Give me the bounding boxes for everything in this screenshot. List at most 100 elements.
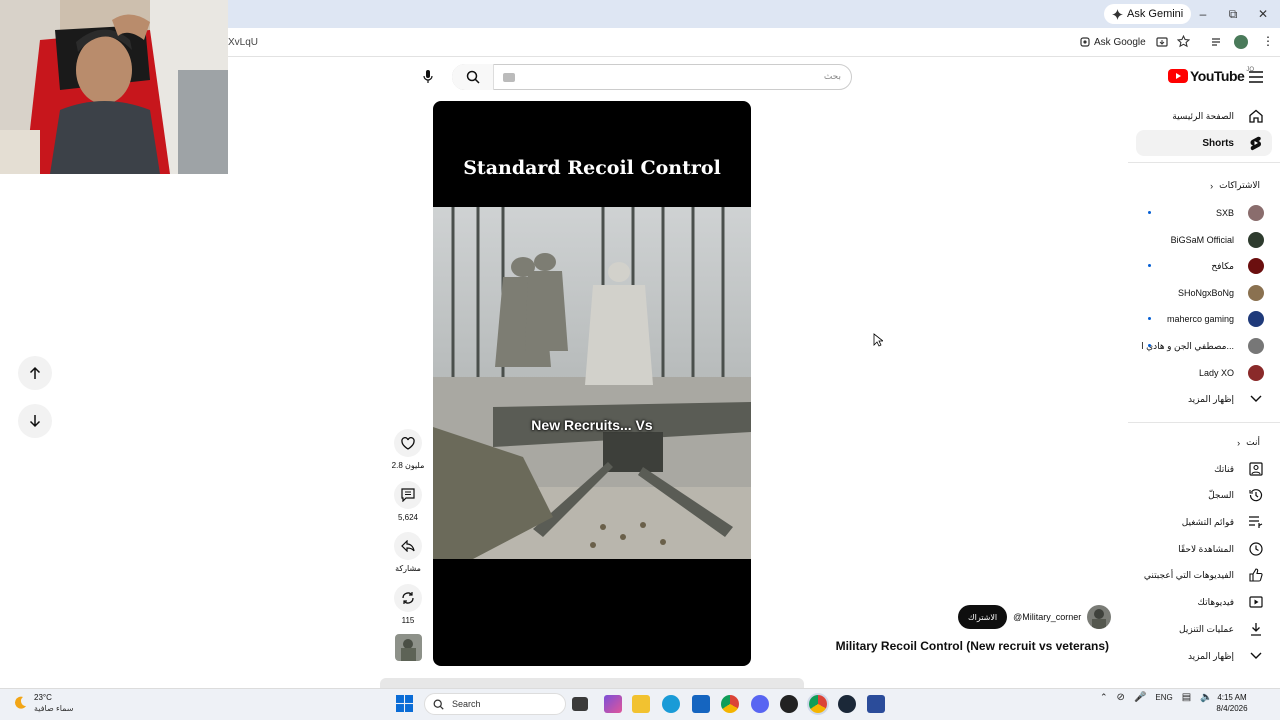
- keyboard-icon[interactable]: [503, 73, 515, 82]
- subscriptions-header[interactable]: › الاشتراكات: [1210, 180, 1260, 191]
- comment-button[interactable]: [394, 481, 422, 509]
- remix-button[interactable]: [394, 584, 422, 612]
- like-button[interactable]: [394, 429, 422, 457]
- steam-icon[interactable]: [838, 695, 856, 713]
- hamburger-menu-icon[interactable]: [1249, 69, 1263, 85]
- url-text[interactable]: XvLqU: [228, 37, 258, 48]
- install-app-icon[interactable]: [1156, 36, 1168, 48]
- ask-gemini-button[interactable]: Ask Gemini: [1104, 4, 1192, 24]
- liked-icon: [1248, 567, 1264, 583]
- share-button[interactable]: [394, 532, 422, 560]
- comment-count: 5,624: [397, 513, 419, 522]
- news-app-icon[interactable]: [604, 695, 622, 713]
- new-content-dot: [1148, 344, 1151, 347]
- subscription-item[interactable]: maherco gaming: [1136, 306, 1272, 332]
- youtube-wordmark: YouTube: [1190, 68, 1245, 84]
- next-short-preview[interactable]: [380, 678, 804, 688]
- sidebar-item-playlists[interactable]: قوائم التشغيل: [1136, 509, 1272, 535]
- channel-avatar: [1248, 285, 1264, 301]
- channel-avatar[interactable]: [1087, 605, 1112, 629]
- remix-action: 115: [393, 584, 423, 625]
- sidebar-item-your-videos[interactable]: فيديوهاتك: [1136, 589, 1272, 615]
- channel-avatar: [1248, 365, 1264, 381]
- subscription-label: SXB: [1215, 208, 1234, 218]
- taskbar-search-label: Search: [452, 699, 481, 709]
- chrome-active-icon[interactable]: [809, 695, 827, 713]
- subscription-item[interactable]: SXB: [1136, 200, 1272, 226]
- sidebar-item-your-channel[interactable]: قناتك: [1136, 456, 1272, 482]
- subscription-item[interactable]: مصطفي الجن و هادي ا...: [1136, 333, 1272, 359]
- sidebar-item-home[interactable]: الصفحة الرئيسية: [1136, 103, 1272, 129]
- like-action: 2.8 مليون: [391, 429, 425, 470]
- channel-avatar: [1248, 338, 1264, 354]
- discord-icon[interactable]: [751, 695, 769, 713]
- display-icon[interactable]: ▤: [1182, 692, 1191, 703]
- subscription-item[interactable]: BiGSaM Official: [1136, 227, 1272, 253]
- file-explorer-icon[interactable]: [632, 695, 650, 713]
- ask-google-button[interactable]: Ask Google: [1080, 34, 1146, 50]
- webcam-image: [0, 0, 228, 174]
- show-more-you[interactable]: إظهار المزيد: [1136, 643, 1272, 669]
- sound-thumbnail-image: [395, 634, 422, 661]
- network-off-icon[interactable]: ⊘: [1117, 692, 1125, 703]
- maximize-button[interactable]: ⧉: [1218, 4, 1248, 24]
- sound-thumbnail[interactable]: [395, 634, 422, 661]
- previous-short-button[interactable]: [18, 356, 52, 390]
- browser-menu-icon[interactable]: ⋮: [1262, 35, 1274, 47]
- search-button[interactable]: [452, 64, 494, 90]
- short-video-player[interactable]: Standard Recoil Control New Recruits... …: [433, 101, 751, 666]
- taskbar-clock[interactable]: 4:15 AM 8/4/2026: [1206, 692, 1258, 714]
- store-icon[interactable]: [692, 695, 710, 713]
- minimize-button[interactable]: –: [1188, 4, 1218, 24]
- channel-avatar: [1248, 258, 1264, 274]
- subscription-label: maherco gaming: [1166, 314, 1234, 324]
- subscriptions-header-label: الاشتراكات: [1219, 180, 1260, 190]
- youtube-logo[interactable]: YouTube JO: [1168, 67, 1254, 84]
- channel-name[interactable]: @Military_corner: [1013, 612, 1081, 622]
- weather-widget[interactable]: 23°C سماء صافية: [12, 692, 74, 714]
- you-header[interactable]: › أنت: [1237, 437, 1260, 448]
- microphone-tray-icon[interactable]: 🎤: [1134, 692, 1146, 703]
- reading-list-icon[interactable]: [1211, 36, 1223, 48]
- task-view-icon[interactable]: [572, 697, 588, 711]
- subscription-label: SHoNgxBoNg: [1177, 288, 1234, 298]
- next-short-button[interactable]: [18, 404, 52, 438]
- sidebar-item-label: قناتك: [1214, 463, 1234, 474]
- sidebar-item-watch-later[interactable]: المشاهدة لاحقًا: [1136, 536, 1272, 562]
- mouse-cursor-icon: [873, 333, 883, 347]
- chevron-up-icon[interactable]: ⌃: [1100, 692, 1108, 703]
- remix-icon: [402, 592, 414, 604]
- sidebar-item-label: السجلّ: [1208, 489, 1234, 500]
- shorts-icon: [1248, 135, 1264, 151]
- sidebar-item-history[interactable]: السجلّ: [1136, 482, 1272, 508]
- short-title[interactable]: Military Recoil Control (New recruit vs …: [836, 639, 1109, 653]
- sidebar-item-shorts[interactable]: Shorts: [1136, 130, 1272, 156]
- sidebar-item-liked-videos[interactable]: الفيديوهات التي أعجبتني: [1136, 562, 1272, 588]
- language-indicator[interactable]: ENG: [1155, 693, 1172, 702]
- weather-temperature: 23°C: [34, 693, 52, 702]
- bookmark-star-icon[interactable]: [1177, 35, 1190, 48]
- show-more-subscriptions[interactable]: إظهار المزيد: [1136, 386, 1272, 412]
- profile-avatar[interactable]: [1234, 35, 1248, 49]
- obs-icon[interactable]: [780, 695, 798, 713]
- subscription-item[interactable]: Lady XO: [1136, 360, 1272, 386]
- sidebar-item-label: الصفحة الرئيسية: [1172, 110, 1234, 121]
- subscription-item[interactable]: SHoNgxBoNg: [1136, 280, 1272, 306]
- new-content-dot: [1148, 317, 1151, 320]
- sidebar-item-downloads[interactable]: عمليات التنزيل: [1136, 616, 1272, 642]
- edge-browser-icon[interactable]: [662, 695, 680, 713]
- webcam-overlay: [0, 0, 228, 174]
- like-count: 2.8 مليون: [391, 461, 425, 470]
- subscribe-button[interactable]: الاشتراك: [958, 605, 1008, 629]
- share-label: مشاركة: [395, 564, 421, 573]
- chrome-icon[interactable]: [721, 695, 739, 713]
- app-icon[interactable]: [867, 695, 885, 713]
- subscription-item[interactable]: مكافح: [1136, 253, 1272, 279]
- new-content-dot: [1148, 264, 1151, 267]
- sidebar-item-label: عمليات التنزيل: [1179, 623, 1234, 634]
- close-button[interactable]: ✕: [1248, 4, 1278, 24]
- windows-start-icon[interactable]: [396, 695, 413, 712]
- voice-search-button[interactable]: [416, 65, 440, 89]
- taskbar-search[interactable]: Search: [424, 693, 566, 715]
- search-input[interactable]: بحث: [452, 64, 852, 90]
